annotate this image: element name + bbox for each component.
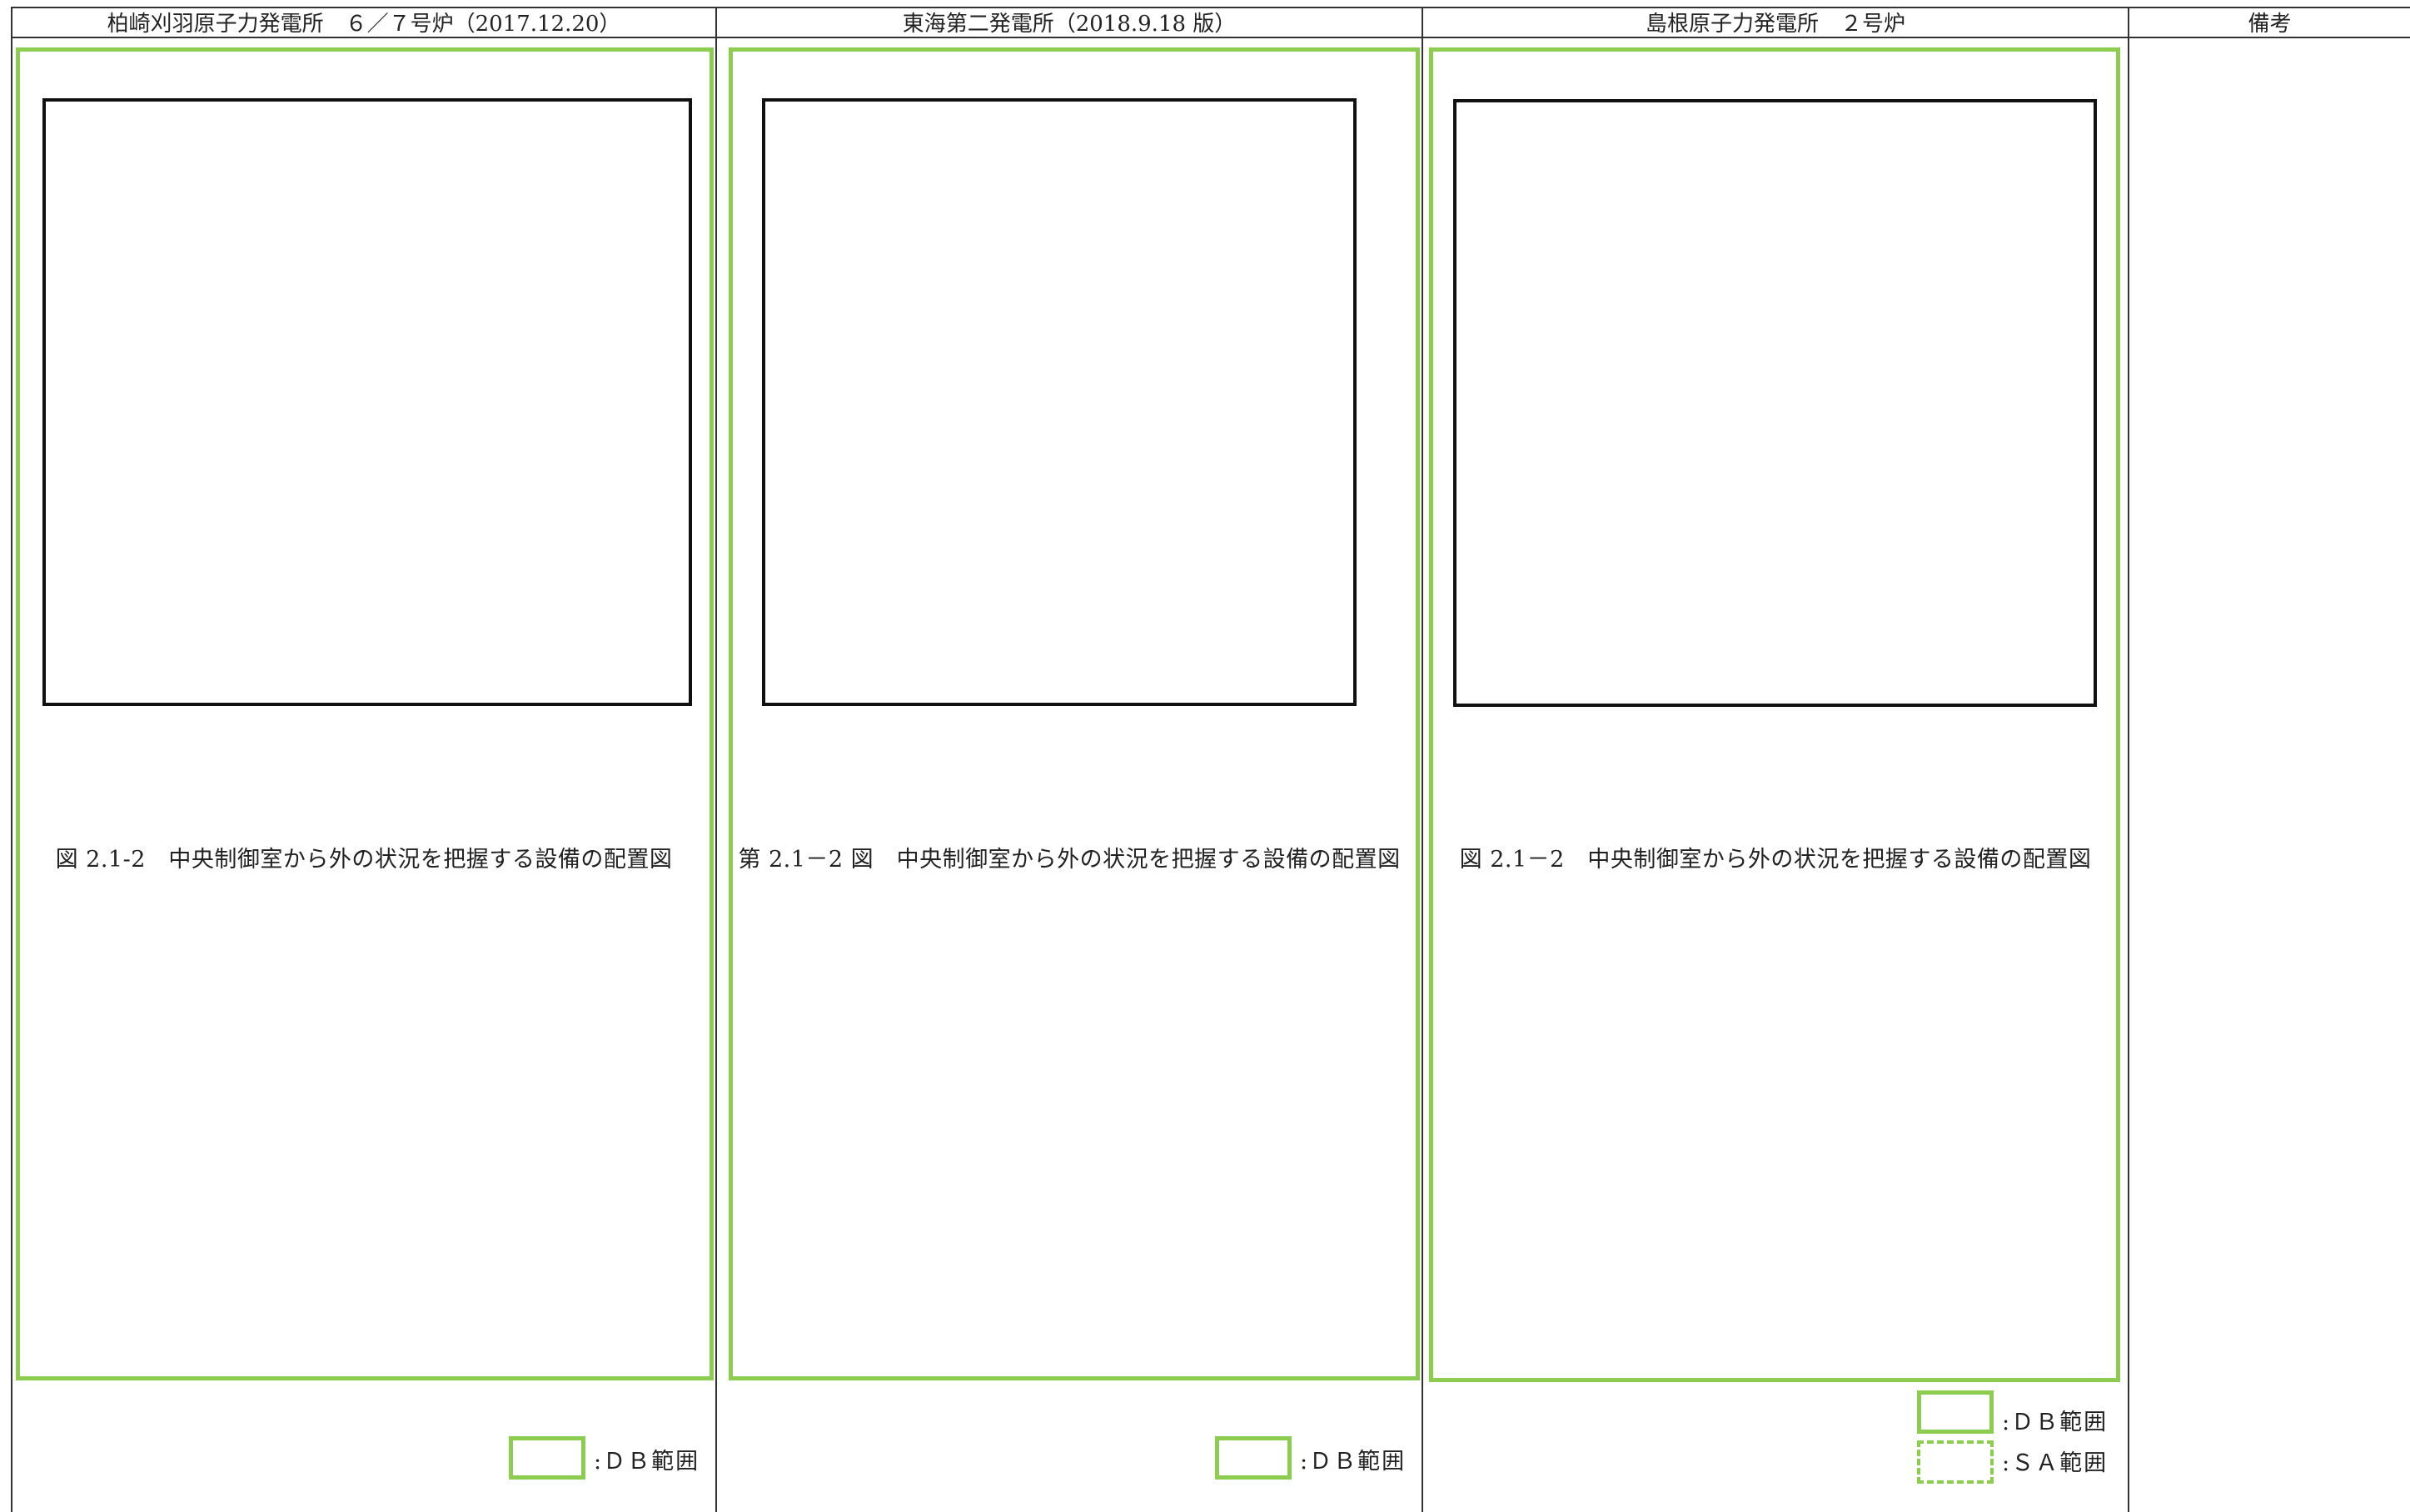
sa-range-legend-label: :ＳＡ範囲 [2002,1450,2109,1476]
column-header-shimane: 島根原子力発電所 ２号炉 [1645,11,1905,37]
db-range-legend-swatch [1917,1390,1994,1434]
figure-placeholder [42,98,692,706]
column-divider-1 [715,7,717,1512]
figure-caption: 第 2.1－2 図 中央制御室から外の状況を把握する設備の配置図 [738,847,1401,873]
db-range-legend-label: :ＤＢ範囲 [1300,1449,1407,1475]
figure-caption: 図 2.1-2 中央制御室から外の状況を把握する設備の配置図 [55,847,673,873]
db-range-legend-label: :ＤＢ範囲 [2002,1410,2109,1435]
column-divider-2 [1422,7,1423,1512]
table-left-rule [11,7,12,1512]
figure-placeholder [762,98,1357,706]
column-header-tokai: 東海第二発電所（2018.9.18 版） [902,11,1237,37]
db-range-legend-label: :ＤＢ範囲 [594,1449,700,1475]
figure-placeholder [1453,99,2097,707]
column-header-remarks: 備考 [2248,11,2292,37]
column-divider-3 [2128,7,2129,1512]
sa-range-legend-swatch [1917,1440,1994,1484]
db-range-legend-swatch [1215,1436,1292,1480]
figure-caption: 図 2.1－2 中央制御室から外の状況を把握する設備の配置図 [1459,847,2092,873]
db-range-legend-swatch [509,1436,585,1480]
column-header-kashiwazaki: 柏崎刈羽原子力発電所 ６／７号炉（2017.12.20） [107,11,621,37]
